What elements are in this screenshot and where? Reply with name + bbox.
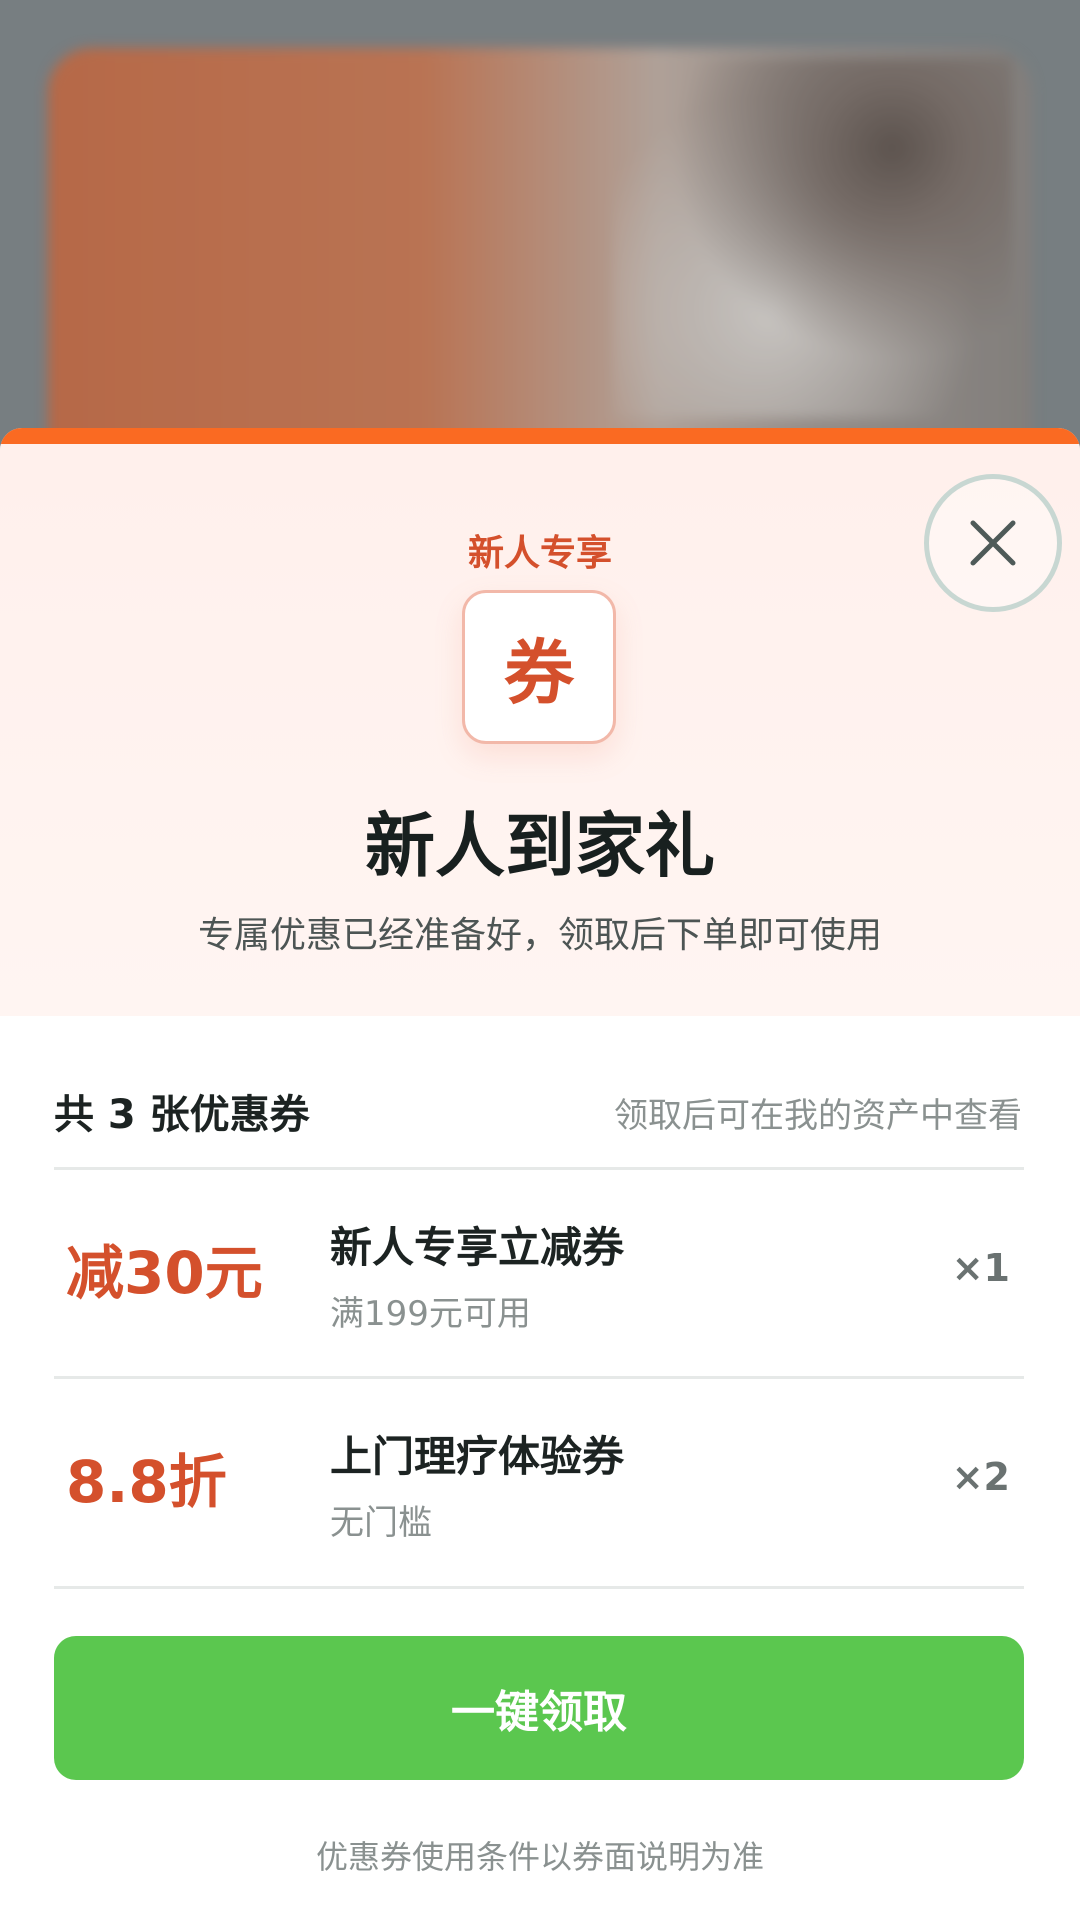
coupon-item: 8.8折 上门理疗体验券 无门槛 ×2 [54,1379,1024,1585]
coupon-amount: 8.8折 [66,1448,227,1516]
coupon-quantity: ×1 [951,1246,1010,1290]
coupon-name: 上门理疗体验券 [330,1432,625,1481]
coupon-condition: 无门槛 [330,1503,432,1543]
sheet-subtitle: 专属优惠已经准备好，领取后下单即可使用 [197,915,882,956]
coupon-count: 共 3 张优惠券 [54,1092,310,1138]
modal-overlay[interactable] [0,0,1080,460]
background-page [0,0,1080,460]
coupon-name: 新人专享立减券 [330,1223,625,1272]
coupon-item: 减30元 新人专享立减券 满199元可用 ×1 [54,1170,1024,1376]
new-user-gift-sheet: 新人专享 券 新人到家礼 专属优惠已经准备好，领取后下单即可使用 共 3 张优惠… [0,428,1080,1920]
coupon-amount: 减30元 [66,1239,263,1307]
coupon-condition: 满199元可用 [330,1294,531,1334]
coupon-hint: 领取后可在我的资产中查看 [614,1096,1022,1136]
coupon-quantity: ×2 [951,1455,1010,1499]
coupon-badge-icon: 券 [462,590,616,744]
sheet-hero: 新人专享 券 新人到家礼 专属优惠已经准备好，领取后下单即可使用 [0,444,1080,1016]
eyebrow-label: 新人专享 [467,533,612,574]
divider [54,1586,1024,1589]
claim-all-button[interactable]: 一键领取 [54,1636,1024,1780]
sheet-accent-bar [0,428,1080,444]
sheet-title: 新人到家礼 [365,805,715,887]
terms-footnote: 优惠券使用条件以券面说明为准 [315,1838,764,1876]
